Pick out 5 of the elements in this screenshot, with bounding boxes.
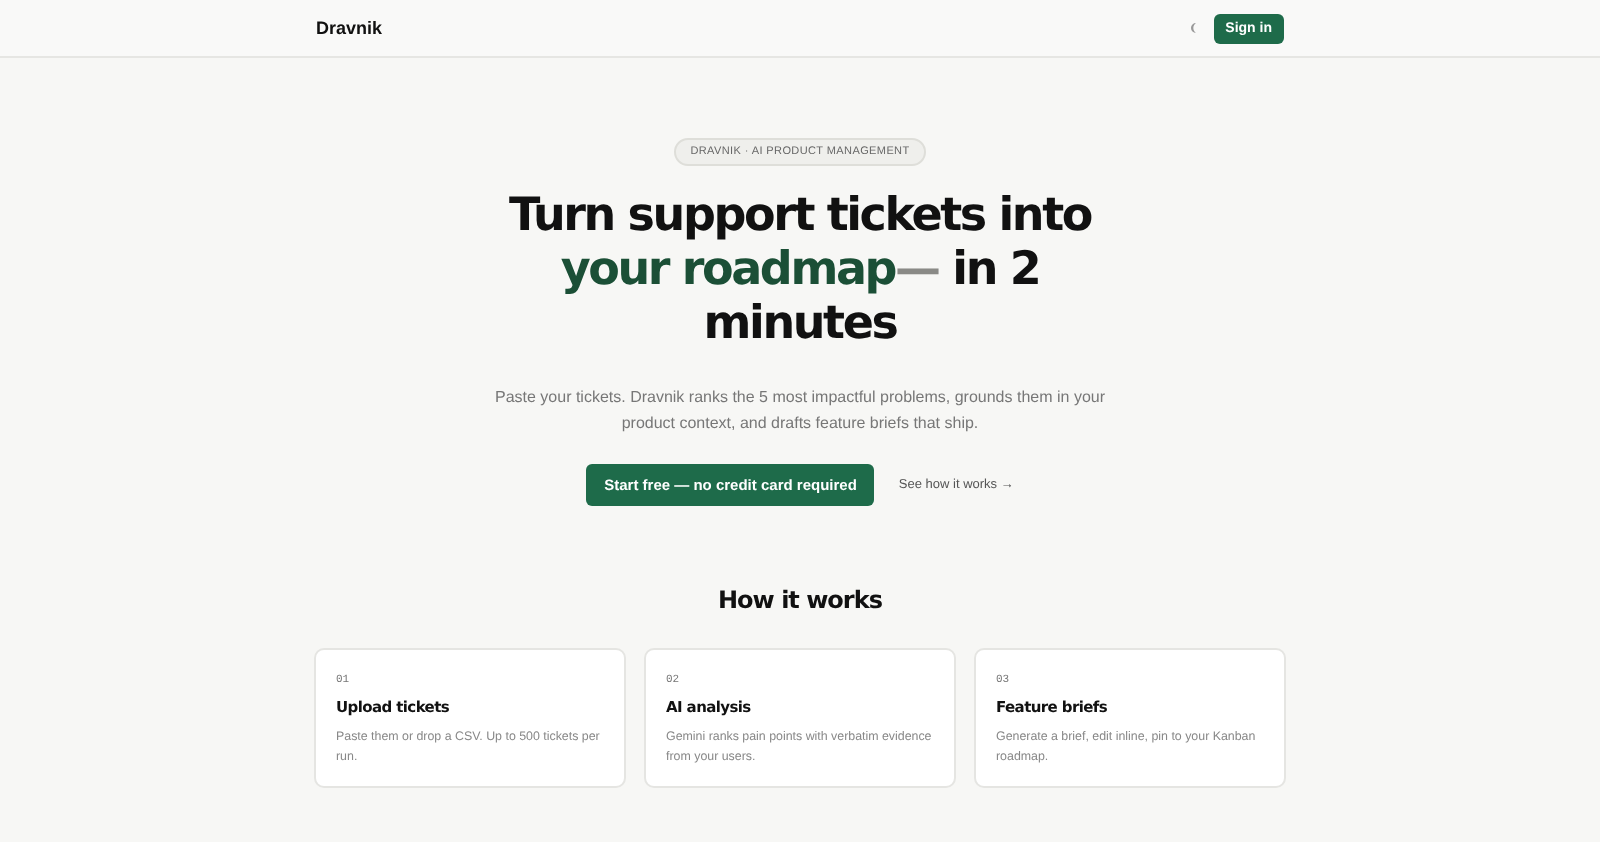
section-heading: How it works (718, 586, 882, 614)
hero-subtitle: Paste your tickets. Dravnik ranks the 5 most impactful problems, grounds them in your product context, and drafts feature briefs that ship. (492, 386, 1107, 436)
hero-headline: Turn support tickets into your roadmap— in 2 minutes (507, 190, 1094, 352)
brand-name: Dravnik (316, 18, 383, 38)
theme-toggle-icon[interactable] (1187, 22, 1198, 34)
